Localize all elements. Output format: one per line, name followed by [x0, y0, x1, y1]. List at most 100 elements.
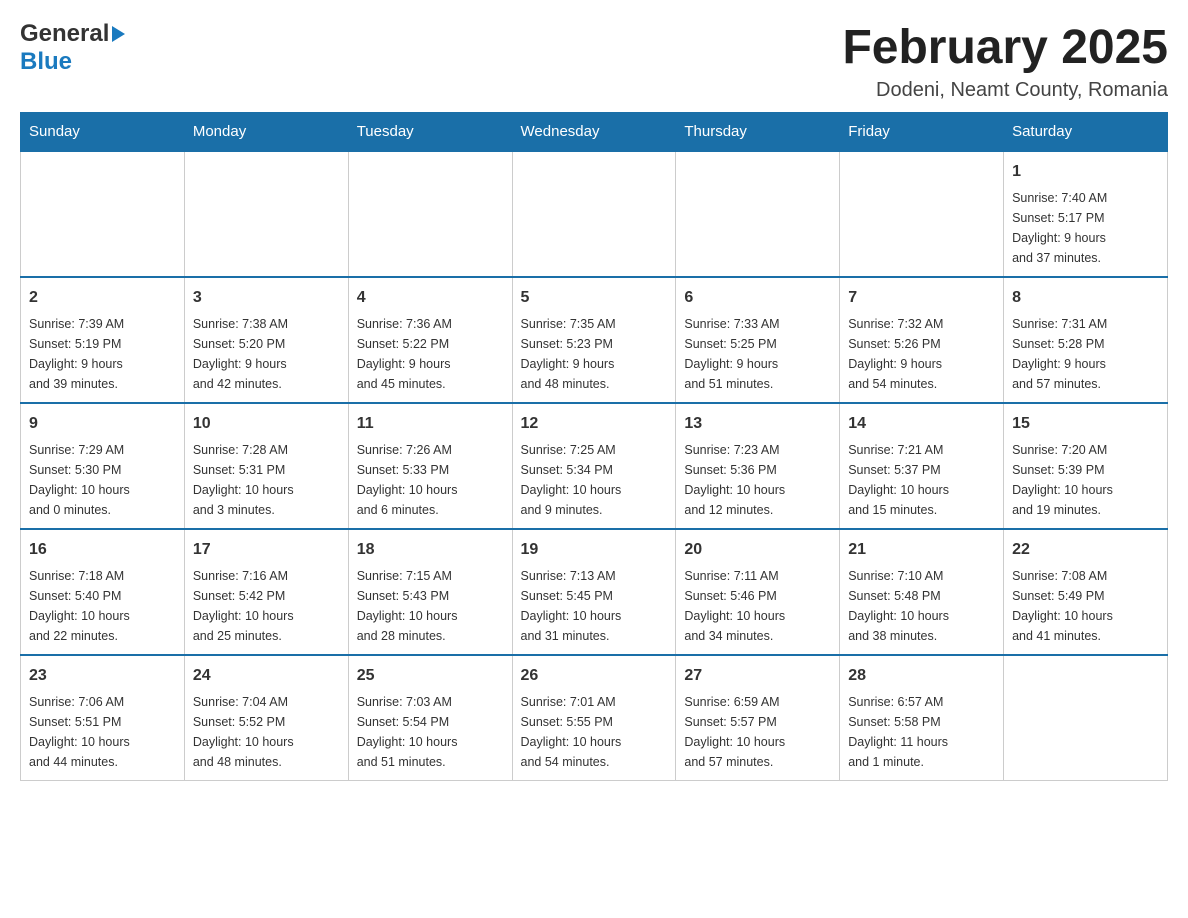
page-header: General Blue February 2025 Dodeni, Neamt… — [20, 20, 1168, 102]
day-info: Sunrise: 7:13 AMSunset: 5:45 PMDaylight:… — [521, 566, 668, 646]
calendar-cell: 20 Sunrise: 7:11 AMSunset: 5:46 PMDayligh… — [676, 529, 840, 655]
day-number: 18 — [357, 538, 504, 562]
day-info: Sunrise: 6:59 AMSunset: 5:57 PMDaylight:… — [684, 692, 831, 772]
calendar-cell — [1004, 655, 1168, 781]
week-row-1: 2 Sunrise: 7:39 AMSunset: 5:19 PMDaylight… — [21, 277, 1168, 403]
calendar-cell: 1Sunrise: 7:40 AMSunset: 5:17 PMDaylight… — [1004, 151, 1168, 277]
day-number: 15 — [1012, 412, 1159, 436]
day-number: 25 — [357, 664, 504, 688]
logo-general: General — [20, 20, 125, 48]
calendar-cell: 25 Sunrise: 7:03 AMSunset: 5:54 PMDayligh… — [348, 655, 512, 781]
day-number: 21 — [848, 538, 995, 562]
day-info: Sunrise: 7:32 AMSunset: 5:26 PMDaylight:… — [848, 314, 995, 394]
calendar-cell: 11Sunrise: 7:26 AMSunset: 5:33 PMDayligh… — [348, 403, 512, 529]
day-info: Sunrise: 7:26 AMSunset: 5:33 PMDaylight:… — [357, 440, 504, 520]
day-info: Sunrise: 7:08 AMSunset: 5:49 PMDaylight:… — [1012, 566, 1159, 646]
calendar-table: SundayMondayTuesdayWednesdayThursdayFrid… — [20, 112, 1168, 781]
day-info: Sunrise: 7:36 AMSunset: 5:22 PMDaylight:… — [357, 314, 504, 394]
header-monday: Monday — [184, 113, 348, 152]
day-info: Sunrise: 7:15 AMSunset: 5:43 PMDaylight:… — [357, 566, 504, 646]
week-row-2: 9 Sunrise: 7:29 AMSunset: 5:30 PMDaylight… — [21, 403, 1168, 529]
week-row-4: 23 Sunrise: 7:06 AMSunset: 5:51 PMDayligh… — [21, 655, 1168, 781]
day-number: 6 — [684, 286, 831, 310]
calendar-cell: 17 Sunrise: 7:16 AMSunset: 5:42 PMDayligh… — [184, 529, 348, 655]
day-info: Sunrise: 7:06 AMSunset: 5:51 PMDaylight:… — [29, 692, 176, 772]
calendar-cell: 4 Sunrise: 7:36 AMSunset: 5:22 PMDaylight… — [348, 277, 512, 403]
day-number: 4 — [357, 286, 504, 310]
page-subtitle: Dodeni, Neamt County, Romania — [842, 79, 1168, 102]
day-info: Sunrise: 7:16 AMSunset: 5:42 PMDaylight:… — [193, 566, 340, 646]
calendar-cell: 15 Sunrise: 7:20 AMSunset: 5:39 PMDayligh… — [1004, 403, 1168, 529]
calendar-cell: 22 Sunrise: 7:08 AMSunset: 5:49 PMDayligh… — [1004, 529, 1168, 655]
day-info: Sunrise: 7:28 AMSunset: 5:31 PMDaylight:… — [193, 440, 340, 520]
day-number: 24 — [193, 664, 340, 688]
calendar-cell: 5Sunrise: 7:35 AMSunset: 5:23 PMDaylight… — [512, 277, 676, 403]
day-number: 12 — [521, 412, 668, 436]
calendar-cell — [348, 151, 512, 277]
day-info: Sunrise: 7:18 AMSunset: 5:40 PMDaylight:… — [29, 566, 176, 646]
day-number: 22 — [1012, 538, 1159, 562]
day-info: Sunrise: 7:33 AMSunset: 5:25 PMDaylight:… — [684, 314, 831, 394]
calendar-body: 1Sunrise: 7:40 AMSunset: 5:17 PMDaylight… — [21, 151, 1168, 781]
day-number: 16 — [29, 538, 176, 562]
calendar-cell — [21, 151, 185, 277]
calendar-cell: 10Sunrise: 7:28 AMSunset: 5:31 PMDayligh… — [184, 403, 348, 529]
calendar-cell: 2 Sunrise: 7:39 AMSunset: 5:19 PMDaylight… — [21, 277, 185, 403]
day-number: 17 — [193, 538, 340, 562]
day-number: 26 — [521, 664, 668, 688]
calendar-cell: 13Sunrise: 7:23 AMSunset: 5:36 PMDayligh… — [676, 403, 840, 529]
header-wednesday: Wednesday — [512, 113, 676, 152]
week-row-0: 1Sunrise: 7:40 AMSunset: 5:17 PMDaylight… — [21, 151, 1168, 277]
calendar-cell: 19 Sunrise: 7:13 AMSunset: 5:45 PMDayligh… — [512, 529, 676, 655]
day-info: Sunrise: 7:25 AMSunset: 5:34 PMDaylight:… — [521, 440, 668, 520]
calendar-cell — [840, 151, 1004, 277]
header-sunday: Sunday — [21, 113, 185, 152]
week-row-3: 16 Sunrise: 7:18 AMSunset: 5:40 PMDayligh… — [21, 529, 1168, 655]
calendar-cell: 27 Sunrise: 6:59 AMSunset: 5:57 PMDayligh… — [676, 655, 840, 781]
day-number: 23 — [29, 664, 176, 688]
calendar-cell: 12 Sunrise: 7:25 AMSunset: 5:34 PMDayligh… — [512, 403, 676, 529]
calendar-cell: 8 Sunrise: 7:31 AMSunset: 5:28 PMDaylight… — [1004, 277, 1168, 403]
day-info: Sunrise: 7:03 AMSunset: 5:54 PMDaylight:… — [357, 692, 504, 772]
calendar-cell: 24Sunrise: 7:04 AMSunset: 5:52 PMDayligh… — [184, 655, 348, 781]
logo-blue-text: Blue — [20, 48, 72, 76]
day-info: Sunrise: 7:10 AMSunset: 5:48 PMDaylight:… — [848, 566, 995, 646]
calendar-cell: 14 Sunrise: 7:21 AMSunset: 5:37 PMDayligh… — [840, 403, 1004, 529]
day-number: 9 — [29, 412, 176, 436]
day-number: 19 — [521, 538, 668, 562]
logo-triangle-icon — [112, 26, 125, 42]
header-row: SundayMondayTuesdayWednesdayThursdayFrid… — [21, 113, 1168, 152]
day-number: 1 — [1012, 160, 1159, 184]
day-info: Sunrise: 7:01 AMSunset: 5:55 PMDaylight:… — [521, 692, 668, 772]
day-info: Sunrise: 7:35 AMSunset: 5:23 PMDaylight:… — [521, 314, 668, 394]
day-info: Sunrise: 7:21 AMSunset: 5:37 PMDaylight:… — [848, 440, 995, 520]
day-info: Sunrise: 7:31 AMSunset: 5:28 PMDaylight:… — [1012, 314, 1159, 394]
calendar-cell — [512, 151, 676, 277]
day-info: Sunrise: 7:20 AMSunset: 5:39 PMDaylight:… — [1012, 440, 1159, 520]
day-info: Sunrise: 7:23 AMSunset: 5:36 PMDaylight:… — [684, 440, 831, 520]
day-info: Sunrise: 7:11 AMSunset: 5:46 PMDaylight:… — [684, 566, 831, 646]
day-number: 14 — [848, 412, 995, 436]
day-number: 27 — [684, 664, 831, 688]
calendar-cell: 7 Sunrise: 7:32 AMSunset: 5:26 PMDaylight… — [840, 277, 1004, 403]
day-info: Sunrise: 7:39 AMSunset: 5:19 PMDaylight:… — [29, 314, 176, 394]
calendar-cell: 21 Sunrise: 7:10 AMSunset: 5:48 PMDayligh… — [840, 529, 1004, 655]
day-number: 28 — [848, 664, 995, 688]
day-info: Sunrise: 7:29 AMSunset: 5:30 PMDaylight:… — [29, 440, 176, 520]
day-number: 7 — [848, 286, 995, 310]
logo-general-text: General — [20, 20, 109, 48]
day-info: Sunrise: 7:38 AMSunset: 5:20 PMDaylight:… — [193, 314, 340, 394]
day-number: 2 — [29, 286, 176, 310]
calendar-cell — [184, 151, 348, 277]
title-block: February 2025 Dodeni, Neamt County, Roma… — [842, 20, 1168, 102]
day-info: Sunrise: 6:57 AMSunset: 5:58 PMDaylight:… — [848, 692, 995, 772]
calendar-cell: 16 Sunrise: 7:18 AMSunset: 5:40 PMDayligh… — [21, 529, 185, 655]
day-number: 8 — [1012, 286, 1159, 310]
calendar-cell: 26 Sunrise: 7:01 AMSunset: 5:55 PMDayligh… — [512, 655, 676, 781]
logo: General Blue — [20, 20, 125, 76]
calendar-cell: 9 Sunrise: 7:29 AMSunset: 5:30 PMDaylight… — [21, 403, 185, 529]
header-tuesday: Tuesday — [348, 113, 512, 152]
calendar-cell: 23 Sunrise: 7:06 AMSunset: 5:51 PMDayligh… — [21, 655, 185, 781]
header-saturday: Saturday — [1004, 113, 1168, 152]
day-number: 20 — [684, 538, 831, 562]
